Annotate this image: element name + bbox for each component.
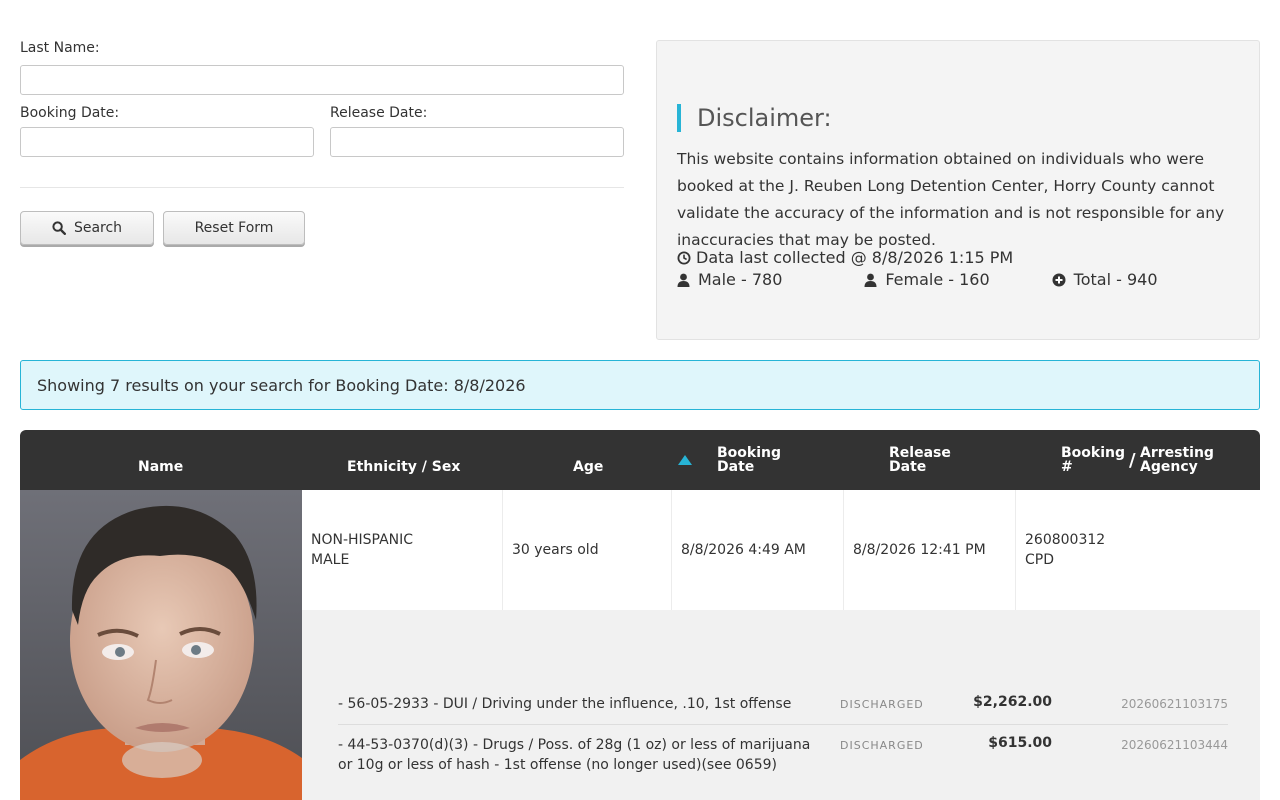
reset-form-button[interactable]: Reset Form	[163, 211, 305, 245]
charge-status: DISCHARGED	[840, 739, 924, 752]
cell-booking-agency: 260800312 CPD	[1016, 490, 1260, 610]
sex-value: MALE	[311, 552, 350, 568]
plus-circle-icon	[1052, 273, 1066, 286]
header-slash: /	[1129, 450, 1136, 471]
data-collected-text: Data last collected @ 8/8/2026 1:15 PM	[696, 248, 1014, 267]
female-stat: Female - 160	[864, 270, 1051, 289]
cell-booking-date: 8/8/2026 4:49 AM	[672, 490, 844, 610]
charge-bond-amount: $2,262.00	[973, 694, 1052, 710]
header-release-date-line1: Release	[889, 445, 951, 461]
header-booking-number-line1: Booking	[1061, 445, 1126, 461]
ethnicity-value: NON-HISPANIC	[311, 532, 414, 548]
release-date-label: Release Date:	[330, 105, 428, 121]
search-icon	[52, 221, 66, 235]
total-stat: Total - 940	[1052, 270, 1239, 289]
header-booking-date[interactable]: Booking Date	[717, 446, 781, 474]
header-booking-date-line2: Date	[717, 459, 755, 475]
clock-icon	[677, 251, 691, 264]
header-arresting-line2: Agency	[1140, 459, 1198, 475]
search-form: Last Name: Booking Date: Release Date: S…	[20, 40, 624, 245]
charge-bond-amount: $615.00	[988, 735, 1052, 751]
header-arresting-agency[interactable]: Arresting Agency	[1140, 446, 1214, 474]
header-booking-number[interactable]: Booking #	[1061, 446, 1125, 474]
header-age[interactable]: Age	[573, 460, 603, 474]
booking-number-value: 260800312	[1025, 532, 1106, 548]
table-header: Name Ethnicity / Sex Age Booking Date Re…	[20, 430, 1260, 490]
header-name[interactable]: Name	[138, 460, 183, 474]
cell-age: 30 years old	[503, 490, 672, 610]
reset-button-label: Reset Form	[194, 220, 274, 236]
disclaimer-title: Disclaimer:	[677, 104, 1239, 132]
user-icon	[677, 273, 690, 287]
header-booking-number-line2: #	[1061, 459, 1073, 475]
booking-date-value: 8/8/2026 4:49 AM	[681, 542, 806, 558]
table-row[interactable]: NON-HISPANIC MALE 30 years old 8/8/2026 …	[302, 490, 1260, 610]
sort-ascending-icon[interactable]	[678, 455, 692, 465]
charge-id: 20260621103175	[1121, 697, 1228, 711]
inmate-stats: Male - 780 Female - 160 Total - 940	[677, 270, 1239, 289]
header-booking-date-line1: Booking	[717, 445, 782, 461]
booking-date-input[interactable]	[20, 127, 314, 157]
results-summary-text: Showing 7 results on your search for Boo…	[37, 375, 526, 395]
charge-id: 20260621103444	[1121, 738, 1228, 752]
disclaimer-text: This website contains information obtain…	[677, 150, 1225, 249]
charges-panel: - 56-05-2933 - DUI / Driving under the i…	[302, 610, 1260, 800]
agency-value: CPD	[1025, 552, 1054, 568]
charge-divider	[338, 724, 1228, 725]
mugshot-image	[20, 490, 302, 800]
search-button-label: Search	[73, 220, 123, 236]
inmate-photo[interactable]	[20, 490, 302, 800]
booking-date-label: Booking Date:	[20, 105, 120, 121]
female-count: Female - 160	[885, 270, 990, 289]
age-value: 30 years old	[512, 542, 599, 558]
last-name-label: Last Name:	[20, 40, 100, 56]
charge-status: DISCHARGED	[840, 698, 924, 711]
header-release-date-line2: Date	[889, 459, 927, 475]
disclaimer-panel: Disclaimer: This website contains inform…	[656, 40, 1260, 340]
search-button[interactable]: Search	[20, 211, 154, 245]
header-release-date[interactable]: Release Date	[889, 446, 951, 474]
male-stat: Male - 780	[677, 270, 864, 289]
last-name-input[interactable]	[20, 65, 624, 95]
user-icon	[864, 273, 877, 287]
cell-ethnicity-sex: NON-HISPANIC MALE	[302, 490, 503, 610]
total-count: Total - 940	[1073, 270, 1158, 289]
charge-description: - 56-05-2933 - DUI / Driving under the i…	[338, 696, 792, 712]
release-date-value: 8/8/2026 12:41 PM	[853, 542, 986, 558]
results-summary: Showing 7 results on your search for Boo…	[20, 360, 1260, 410]
form-divider	[20, 187, 624, 188]
release-date-input[interactable]	[330, 127, 624, 157]
header-arresting-line1: Arresting	[1140, 445, 1214, 461]
charge-description: - 44-53-0370(d)(3) - Drugs / Poss. of 28…	[338, 737, 811, 773]
data-collected: Data last collected @ 8/8/2026 1:15 PM	[677, 248, 1239, 267]
header-ethnicity-sex[interactable]: Ethnicity / Sex	[347, 460, 460, 474]
cell-release-date: 8/8/2026 12:41 PM	[844, 490, 1016, 610]
results-table: Name Ethnicity / Sex Age Booking Date Re…	[20, 430, 1260, 800]
male-count: Male - 780	[698, 270, 783, 289]
